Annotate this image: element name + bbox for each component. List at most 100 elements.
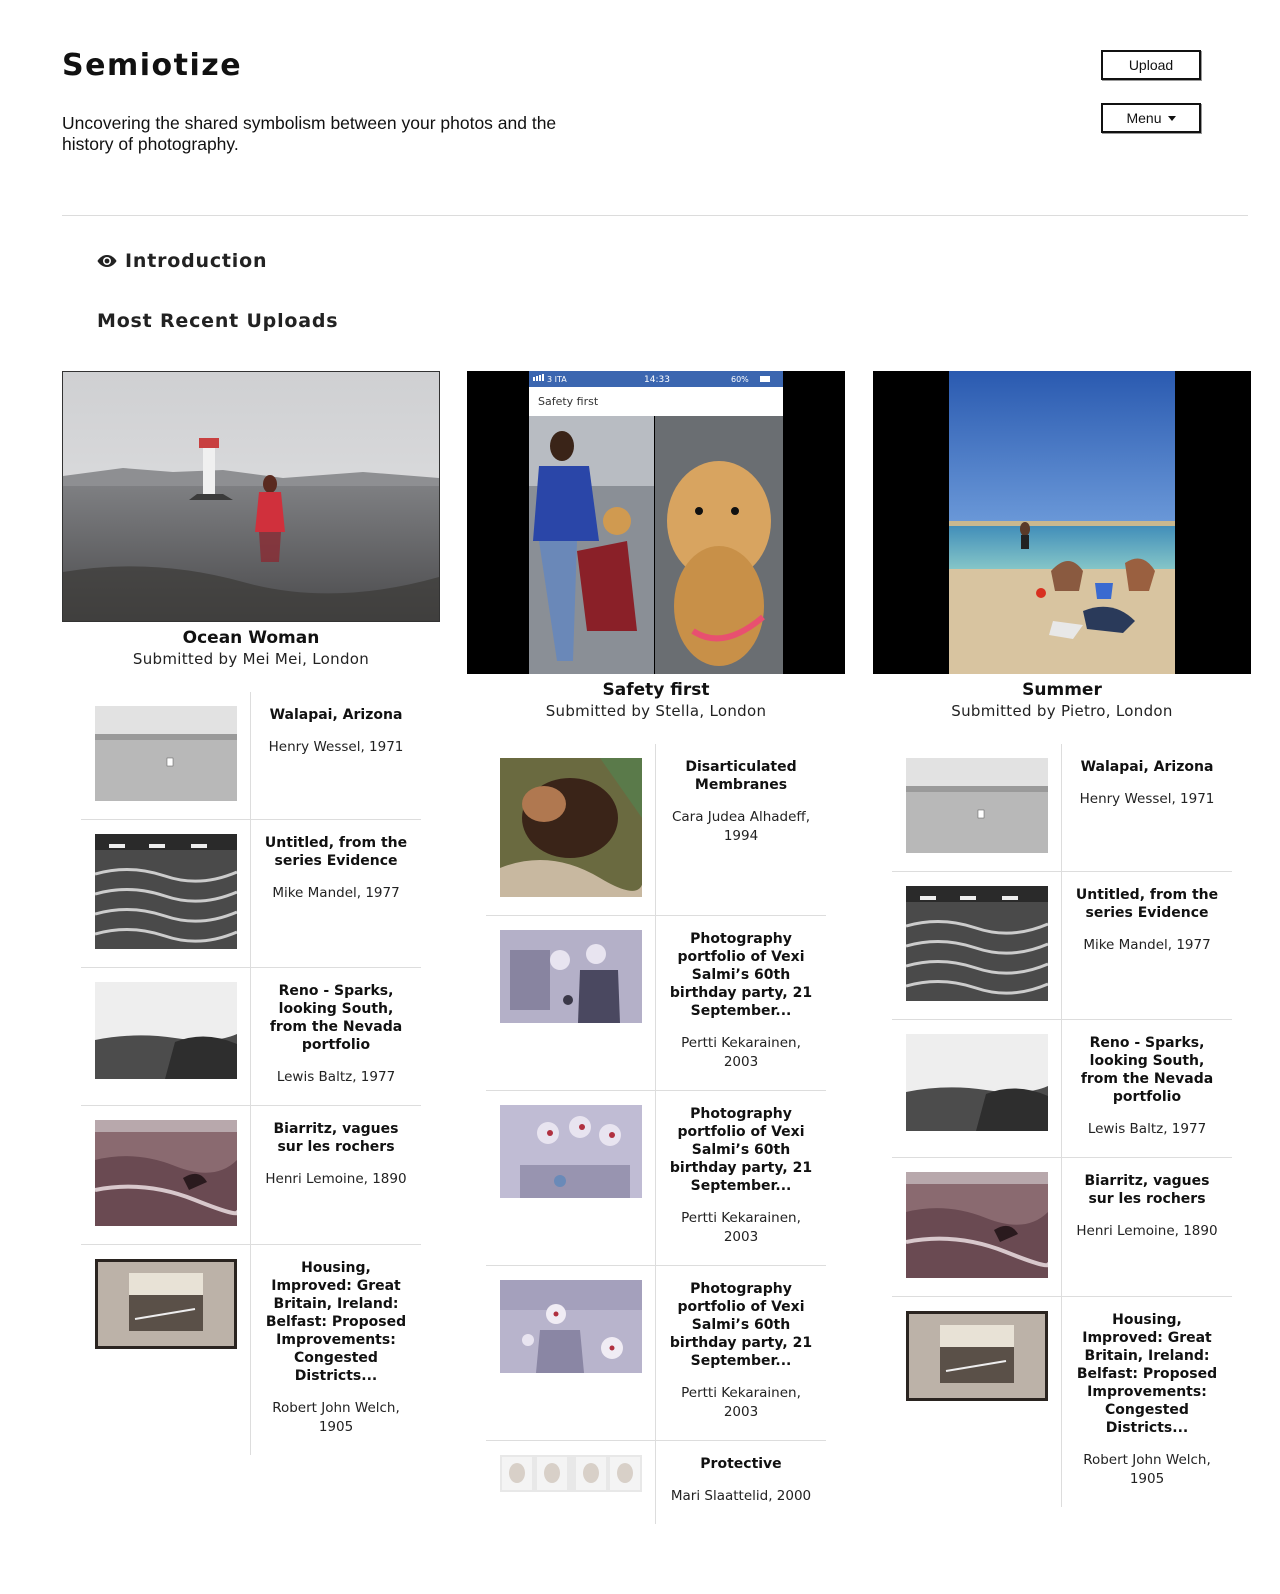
match-title: Reno - Sparks, looking South, from the N… [269,983,403,1053]
match-credit: Lewis Baltz, 1977 [276,1069,396,1085]
match-credit: Pertti Kekarainen, 2003 [681,1385,801,1420]
match-thumb-cell [486,1091,656,1265]
introduction-link[interactable]: Introduction [97,250,267,272]
match-thumbnail [500,930,642,1023]
upload-submitter: Submitted by Mei Mei, London [132,650,370,668]
match-item[interactable]: Reno - Sparks, looking South, from the N… [81,968,421,1106]
phone-carrier: 3 ITA [547,375,567,384]
ocean-woman-photo [63,372,439,621]
match-item[interactable]: Protective Mari Slaattelid, 2000 [486,1441,826,1524]
match-thumb-cell [892,744,1062,871]
upload-photo[interactable] [62,371,440,622]
tagline: Uncovering the shared symbolism between … [62,113,557,154]
match-thumb-cell [81,1245,251,1455]
upload-photo[interactable] [873,371,1251,674]
match-title: Photography portfolio of Vexi Salmi’s 60… [669,1106,813,1194]
match-title: Biarritz, vagues sur les rochers [1084,1173,1210,1207]
upload-title[interactable]: Summer [873,680,1251,700]
match-credit: Henry Wessel, 1971 [268,739,404,755]
match-credit: Henry Wessel, 1971 [1079,791,1215,807]
upload-title[interactable]: Safety first [467,680,845,700]
match-credit: Lewis Baltz, 1977 [1087,1121,1207,1137]
match-list: Walapai, Arizona Henry Wessel, 1971 Unti… [81,692,421,1455]
match-title: Photography portfolio of Vexi Salmi’s 60… [669,931,813,1019]
match-title: Housing, Improved: Great Britain, Irelan… [1076,1312,1218,1436]
section-title: Most Recent Uploads [97,310,339,332]
match-thumb-cell [892,872,1062,1019]
match-item[interactable]: Photography portfolio of Vexi Salmi’s 60… [486,1266,826,1441]
match-credit: Pertti Kekarainen, 2003 [681,1035,801,1070]
match-item[interactable]: Biarritz, vagues sur les rochers Henri L… [892,1158,1232,1297]
caret-down-icon [1167,115,1176,121]
match-item[interactable]: Photography portfolio of Vexi Salmi’s 60… [486,1091,826,1266]
upload-card: Ocean Woman Submitted by Mei Mei, London… [62,371,440,1455]
match-thumb-cell [892,1158,1062,1296]
match-thumb-cell [486,744,656,915]
match-thumbnail [905,1172,1052,1278]
match-item[interactable]: Reno - Sparks, looking South, from the N… [892,1020,1232,1158]
match-title: Walapai, Arizona [269,707,403,723]
upload-button-label: Upload [1128,57,1174,73]
phone-time: 14:33 [644,375,670,385]
match-list: Walapai, Arizona Henry Wessel, 1971 Unti… [892,744,1232,1507]
match-thumbnail [905,886,1049,1001]
match-thumb-cell [892,1297,1062,1507]
match-thumb-cell [81,820,251,967]
eye-icon [97,255,117,267]
summer-photo [873,371,1251,674]
match-thumbnail [95,706,237,801]
match-title: Housing, Improved: Great Britain, Irelan… [265,1260,407,1384]
match-title: Disarticulated Membranes [685,759,797,793]
upload-submitter: Submitted by Pietro, London [951,702,1173,720]
upload-submitter: Submitted by Stella, London [545,702,767,720]
match-item[interactable]: Walapai, Arizona Henry Wessel, 1971 [892,744,1232,872]
match-credit: Robert John Welch, 1905 [1083,1452,1211,1487]
match-credit: Henri Lemoine, 1890 [265,1171,407,1187]
match-credit: Cara Judea Alhadeff, 1994 [671,809,811,844]
phone-battery: 60% [731,375,749,384]
match-credit: Mike Mandel, 1977 [1083,937,1211,953]
match-title: Untitled, from the series Evidence [1075,887,1219,921]
upload-photo[interactable]: 3 ITA 14:33 60% Safety first [467,371,845,674]
match-title: Reno - Sparks, looking South, from the N… [1080,1035,1214,1105]
safety-first-photo: 3 ITA 14:33 60% Safety first [467,371,845,674]
match-item[interactable]: Walapai, Arizona Henry Wessel, 1971 [81,692,421,820]
match-thumbnail [906,1034,1048,1131]
site-header: Semiotize [62,48,242,83]
menu-button[interactable]: Menu [1101,103,1201,133]
match-thumbnail [500,1105,642,1198]
match-item[interactable]: Untitled, from the series Evidence Mike … [892,872,1232,1020]
match-thumbnail [500,758,644,897]
match-thumb-cell [486,1266,656,1440]
match-title: Walapai, Arizona [1080,759,1214,775]
match-credit: Robert John Welch, 1905 [272,1400,400,1435]
match-title: Photography portfolio of Vexi Salmi’s 60… [669,1281,813,1369]
match-item[interactable]: Untitled, from the series Evidence Mike … [81,820,421,968]
match-credit: Pertti Kekarainen, 2003 [681,1210,801,1245]
match-thumb-cell [486,916,656,1090]
match-thumbnail [500,1455,642,1492]
match-item[interactable]: Biarritz, vagues sur les rochers Henri L… [81,1106,421,1245]
upload-card: 3 ITA 14:33 60% Safety first Safety firs… [467,371,845,1524]
match-thumbnail [94,834,238,949]
match-title: Biarritz, vagues sur les rochers [273,1121,399,1155]
upload-button[interactable]: Upload [1101,50,1201,80]
site-title[interactable]: Semiotize [62,48,242,83]
match-credit: Mari Slaattelid, 2000 [670,1488,812,1504]
match-thumbnail [906,1311,1048,1401]
match-thumbnail [500,1280,642,1373]
match-thumb-cell [81,692,251,819]
match-item[interactable]: Disarticulated Membranes Cara Judea Alha… [486,744,826,916]
match-item[interactable]: Photography portfolio of Vexi Salmi’s 60… [486,916,826,1091]
match-item[interactable]: Housing, Improved: Great Britain, Irelan… [81,1245,421,1455]
upload-card: Summer Submitted by Pietro, London Walap… [873,371,1251,1507]
match-thumbnail [94,1120,241,1226]
match-item[interactable]: Housing, Improved: Great Britain, Irelan… [892,1297,1232,1507]
menu-button-label: Menu [1126,110,1162,126]
match-thumb-cell [892,1020,1062,1157]
match-title: Untitled, from the series Evidence [264,835,408,869]
match-thumb-cell [81,968,251,1105]
match-credit: Henri Lemoine, 1890 [1076,1223,1218,1239]
match-thumbnail [95,982,237,1079]
upload-title[interactable]: Ocean Woman [62,628,440,648]
